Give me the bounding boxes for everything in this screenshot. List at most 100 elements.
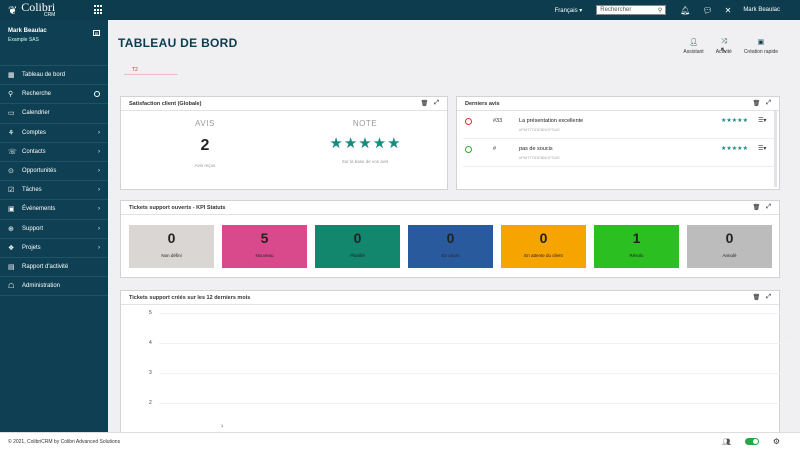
star-icon: ★ — [372, 135, 387, 152]
expand-icon[interactable]: ⤢ — [766, 100, 771, 107]
language-selector[interactable]: Français ▾ — [555, 7, 583, 14]
list-item[interactable]: # pas de soucis #PMTTODEBNGFSAS ★ ★ ★ ★ ★ ☰▾ — [463, 141, 775, 167]
sidebar-item-calendar[interactable]: ▭ Calendrier — [0, 104, 108, 124]
report-icon: ▤ — [8, 263, 15, 271]
trash-icon[interactable]: 🗑︎ — [753, 100, 761, 107]
expand-icon[interactable]: ⤢ — [766, 294, 771, 301]
review-stars: ★ ★ ★ ★ ★ — [721, 117, 748, 124]
search-icon: ⚲ — [657, 7, 663, 14]
kpi-tile[interactable]: 0 En attente du client — [501, 225, 586, 268]
sidebar-item-admin[interactable]: ☖ Administration — [0, 277, 108, 297]
sidebar-item-accounts[interactable]: ⚘ Comptes › — [0, 124, 108, 143]
tasks-icon: ☑ — [8, 187, 15, 195]
review-title[interactable]: pas de soucis — [519, 146, 553, 152]
review-id[interactable]: #33 — [493, 118, 502, 124]
main-content: TABLEAU DE BORD T2 👤︎ Assistant ⤨ Activi… — [108, 20, 800, 432]
trash-icon[interactable]: 🗑︎ — [753, 204, 761, 211]
kpi-tile[interactable]: 0 En cours — [408, 225, 493, 268]
apps-grid-icon[interactable] — [94, 5, 104, 15]
user-menu[interactable]: Mark Beaulac — [743, 7, 780, 13]
grid-icon: ▦ — [8, 72, 15, 80]
kpi-label: En attente du client — [524, 253, 563, 258]
ring-icon[interactable] — [94, 91, 100, 98]
kpi-tile[interactable]: 0 Non défini — [129, 225, 214, 268]
chevron-right-icon: › — [98, 206, 100, 213]
top-bar: ❦ Colibri CRM Français ▾ Rechercher ⚲ 🔔︎… — [0, 0, 800, 20]
sidebar-item-label: Tâches — [22, 187, 42, 194]
gridline — [159, 343, 799, 344]
copyright: © 2021, ColibriCRM by Colibri Advanced S… — [8, 438, 121, 445]
y-tick-label: 2 — [149, 400, 152, 406]
tab-t2[interactable]: T2 — [132, 67, 138, 73]
sidebar-item-label: Rapport d'activité — [22, 263, 69, 270]
chevron-right-icon: › — [98, 148, 100, 155]
tools-icon[interactable]: ✕ — [725, 6, 732, 15]
expand-icon[interactable]: ⤢ — [766, 204, 771, 211]
star-icon: ★ — [742, 146, 748, 152]
flag-icon — [465, 146, 472, 153]
menu-icon[interactable]: ☰▾ — [758, 145, 766, 152]
search-input[interactable]: Rechercher ⚲ — [596, 5, 667, 15]
assistant-button[interactable]: 👤︎ Assistant — [683, 38, 703, 55]
quick-create-button[interactable]: ▣ Création rapide — [744, 38, 778, 55]
sidebar-user-org: Example SAS — [8, 37, 39, 43]
menu-icon[interactable]: ☰▾ — [758, 117, 766, 124]
avis-sub: Avis reçus — [194, 163, 216, 168]
chat-icon[interactable]: 💬︎ — [702, 6, 712, 15]
assistant-label: Assistant — [683, 49, 704, 55]
star-icon: ★ — [329, 135, 343, 152]
gear-icon[interactable]: ⚙ — [773, 437, 780, 446]
users-icon[interactable]: 👥︎ — [722, 438, 731, 446]
avis-value: 2 — [200, 137, 210, 154]
sidebar-item-label: Calendrier — [22, 110, 50, 117]
sidebar-item-opportunities[interactable]: ⊙ Opportunités › — [0, 162, 108, 182]
gridline — [159, 313, 799, 314]
tab-underline — [124, 74, 178, 75]
status-toggle[interactable] — [744, 438, 759, 445]
panel-header: Tickets support créés sur les 12 dernier… — [121, 291, 779, 305]
y-tick-label: 5 — [149, 310, 152, 316]
kpi-value: 5 — [260, 230, 269, 246]
sidebar-item-report[interactable]: ▤ Rapport d'activité — [0, 258, 108, 278]
review-title[interactable]: La présentation excellente — [519, 118, 583, 124]
panel-header: Tickets support ouverts - KPI Statuts 🗑︎… — [121, 201, 779, 215]
reviews-panel: Derniers avis 🗑︎ ⤢ #33 La présentation e… — [456, 96, 780, 190]
sidebar-item-dashboard[interactable]: ▦ Tableau de bord — [0, 66, 108, 86]
kpi-tile[interactable]: 5 Nouveau — [222, 225, 307, 268]
review-stars: ★ ★ ★ ★ ★ — [721, 145, 748, 152]
sidebar-item-label: Événements — [22, 206, 56, 213]
note-block: NOTE ★ ★ ★ ★ ★ Sur la base de vos avis — [285, 119, 445, 164]
panel-title: Satisfaction client (Globale) — [129, 100, 202, 107]
sidebar-item-search[interactable]: ⚲ Recherche — [0, 85, 108, 105]
sidebar-item-contacts[interactable]: ☏ Contacts › — [0, 143, 108, 162]
kpi-tile[interactable]: 0 Planifié — [315, 225, 400, 268]
app-logo[interactable]: ❦ Colibri CRM — [0, 0, 108, 20]
sidebar-item-events[interactable]: ▣ Événements › — [0, 200, 108, 220]
trash-icon[interactable]: 🗑︎ — [421, 100, 429, 107]
sidebar-item-support[interactable]: ⊕ Support › — [0, 220, 108, 239]
kpi-value: 0 — [353, 230, 362, 246]
note-stars: ★ ★ ★ ★ ★ — [285, 135, 445, 152]
y-tick-label: 3 — [149, 370, 152, 376]
list-item[interactable]: #33 La présentation excellente #PMTTODEB… — [463, 113, 775, 139]
kpi-label: Planifié — [350, 253, 365, 258]
star-icon: ★ — [358, 135, 372, 152]
sidebar-item-label: Contacts — [22, 148, 46, 155]
bell-icon[interactable]: 🔔︎ — [680, 6, 690, 15]
events-icon: ▣ — [8, 206, 15, 214]
expand-icon[interactable]: ⤢ — [434, 100, 439, 107]
support-icon: ⊕ — [8, 225, 14, 233]
footer: © 2021, ColibriCRM by Colibri Advanced S… — [0, 432, 800, 450]
sidebar-item-projects[interactable]: ❖ Projets › — [0, 239, 108, 258]
review-id[interactable]: # — [493, 146, 496, 152]
kpi-tile[interactable]: 1 Résolu — [594, 225, 679, 268]
review-sub: #PMTTODEBNGFSAS — [519, 155, 560, 160]
kpi-tile[interactable]: 0 Annulé — [687, 225, 772, 268]
scrollbar[interactable] — [774, 111, 777, 187]
avis-label: AVIS — [195, 119, 215, 128]
trash-icon[interactable]: 🗑︎ — [753, 294, 761, 301]
id-card-icon[interactable]: ▤ — [93, 30, 100, 36]
kpi-value: 0 — [539, 230, 548, 246]
y-tick-label: 4 — [149, 340, 152, 346]
sidebar-item-tasks[interactable]: ☑ Tâches › — [0, 181, 108, 201]
